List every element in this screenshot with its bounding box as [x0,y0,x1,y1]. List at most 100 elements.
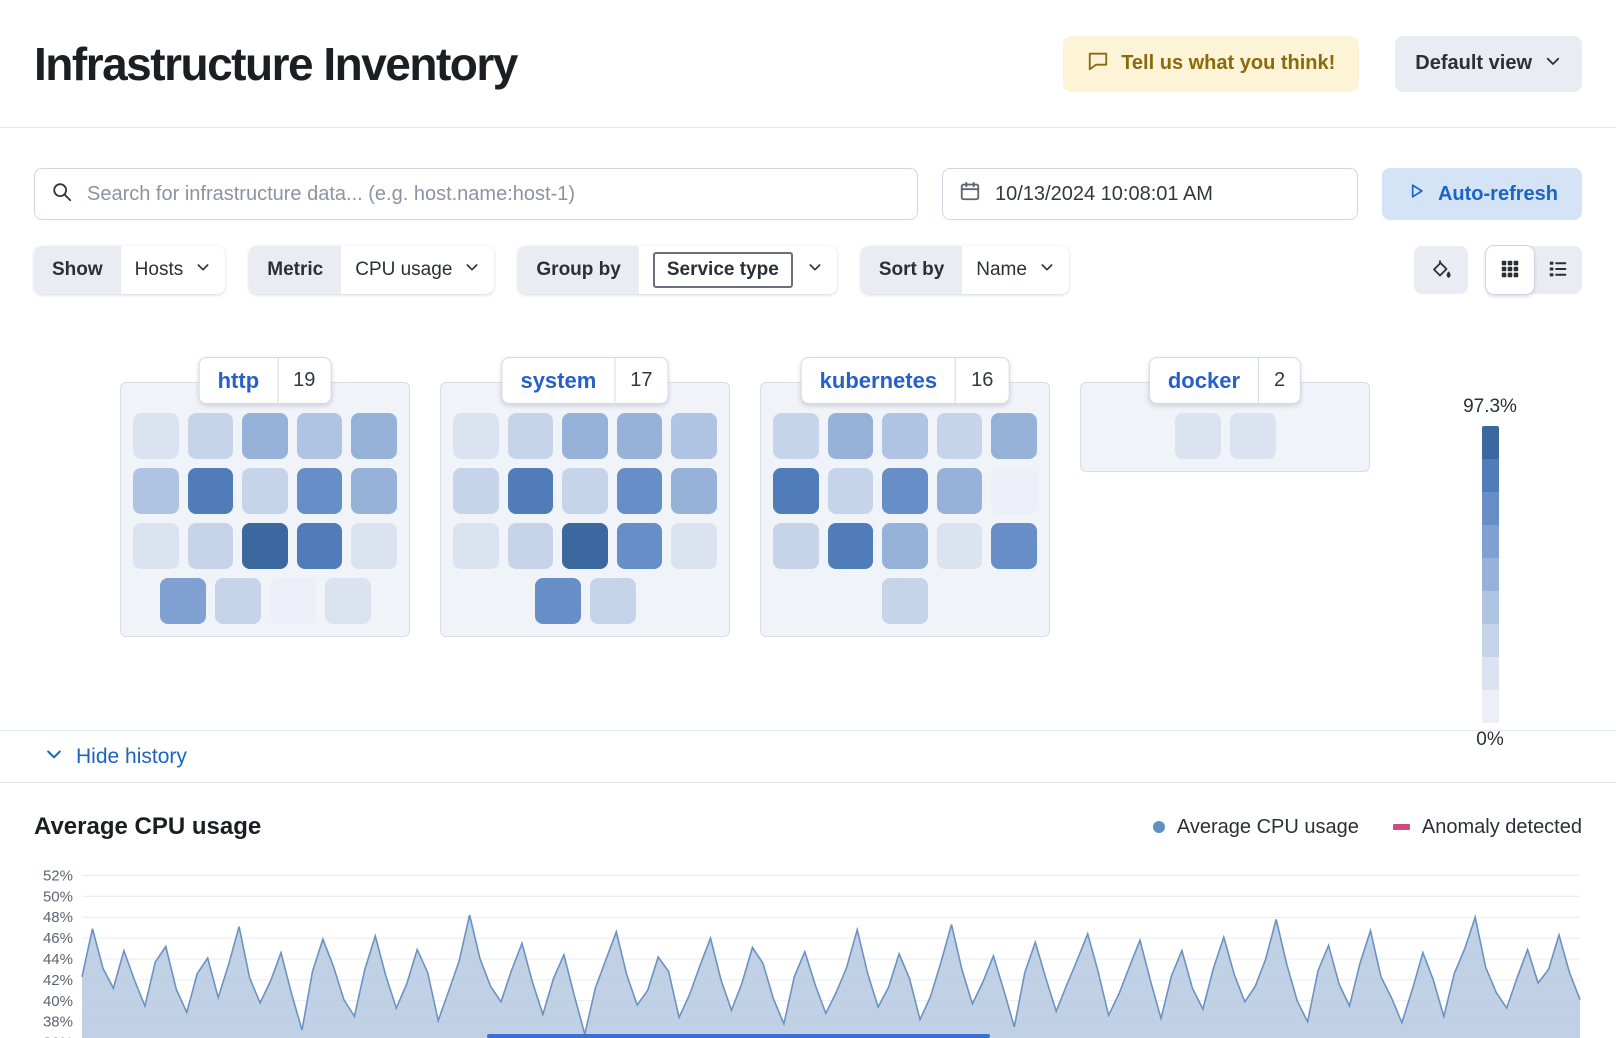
host-tile[interactable] [671,413,717,459]
host-tile[interactable] [882,578,928,624]
legend-max-label: 97.3% [1430,396,1550,418]
host-tile[interactable] [160,578,206,624]
host-tile[interactable] [671,523,717,569]
host-tile[interactable] [270,578,316,624]
svg-text:40%: 40% [43,993,73,1010]
legend-gradient-step [1482,525,1499,558]
host-tile[interactable] [242,468,288,514]
play-icon [1406,181,1426,207]
host-tile[interactable] [828,468,874,514]
search-input[interactable] [87,183,901,206]
grid-view-button[interactable] [1486,246,1534,294]
search-box [34,168,918,220]
view-mode-toggle [1486,246,1582,294]
host-tile[interactable] [453,523,499,569]
show-filter-label: Show [34,246,121,294]
host-tile[interactable] [188,413,234,459]
host-tile[interactable] [508,523,554,569]
groupby-filter[interactable]: Group by Service type [518,246,836,294]
group-name-link[interactable]: system [502,368,614,394]
host-tile[interactable] [297,413,343,459]
host-tile[interactable] [242,523,288,569]
auto-refresh-button[interactable]: Auto-refresh [1382,168,1582,220]
metric-filter[interactable]: Metric CPU usage [249,246,494,294]
waffle-grid [760,382,1050,637]
chart-header: Average CPU usage Average CPU usage Anom… [32,813,1584,841]
host-tile[interactable] [773,468,819,514]
feedback-button[interactable]: Tell us what you think! [1063,36,1359,92]
speech-bubble-icon [1087,50,1109,78]
host-tile[interactable] [671,468,717,514]
host-tile[interactable] [882,413,928,459]
legend-gradient-step [1482,459,1499,492]
host-tile[interactable] [773,413,819,459]
legend-item-anomaly[interactable]: Anomaly detected [1393,816,1582,839]
host-tile[interactable] [828,413,874,459]
legend-gradient-step [1482,492,1499,525]
search-toolbar: 10/13/2024 10:08:01 AM Auto-refresh [0,128,1616,220]
host-tile[interactable] [828,523,874,569]
host-tile[interactable] [215,578,261,624]
host-tile[interactable] [508,468,554,514]
host-tile[interactable] [991,413,1037,459]
host-tile[interactable] [351,468,397,514]
host-tile[interactable] [453,468,499,514]
host-tile[interactable] [508,413,554,459]
history-toggle-bar[interactable]: Hide history [0,730,1616,783]
host-tile[interactable] [991,468,1037,514]
date-picker[interactable]: 10/13/2024 10:08:01 AM [942,168,1358,220]
host-tile[interactable] [297,523,343,569]
host-tile[interactable] [535,578,581,624]
host-tile[interactable] [937,468,983,514]
host-tile[interactable] [351,413,397,459]
host-tile[interactable] [325,578,371,624]
host-tile[interactable] [188,523,234,569]
host-tile[interactable] [188,468,234,514]
metric-filter-label: Metric [249,246,341,294]
host-tile[interactable] [133,413,179,459]
group-name-link[interactable]: docker [1150,368,1258,394]
waffle-row [453,578,717,624]
waffle-row [453,468,717,514]
waffle-row [773,468,1037,514]
legend-item-series[interactable]: Average CPU usage [1153,816,1359,839]
horizontal-scrollbar-thumb[interactable] [487,1034,990,1038]
host-tile[interactable] [297,468,343,514]
host-tile[interactable] [133,523,179,569]
legend-gradient-step [1482,426,1499,459]
host-tile[interactable] [882,523,928,569]
host-tile[interactable] [562,468,608,514]
host-tile[interactable] [773,523,819,569]
host-tile[interactable] [562,523,608,569]
host-tile[interactable] [991,523,1037,569]
waffle-row [773,413,1037,459]
host-tile[interactable] [590,578,636,624]
host-tile[interactable] [882,468,928,514]
host-tile[interactable] [617,413,663,459]
host-tile[interactable] [617,523,663,569]
group-count: 2 [1259,369,1300,392]
host-tile[interactable] [1230,413,1276,459]
waffle-row [133,523,397,569]
host-tile[interactable] [617,468,663,514]
host-tile[interactable] [937,523,983,569]
host-tile[interactable] [1175,413,1221,459]
legend-options-button[interactable] [1414,246,1468,294]
chevron-down-icon [195,259,211,281]
group-name-link[interactable]: http [200,368,278,394]
waffle-row [133,413,397,459]
host-tile[interactable] [937,413,983,459]
host-tile[interactable] [453,413,499,459]
host-tile[interactable] [562,413,608,459]
show-filter[interactable]: Show Hosts [34,246,225,294]
host-tile[interactable] [133,468,179,514]
sortby-filter[interactable]: Sort by Name [861,246,1069,294]
table-view-button[interactable] [1534,246,1582,294]
host-tile[interactable] [351,523,397,569]
host-tile[interactable] [242,413,288,459]
groupby-filter-value[interactable]: Service type [653,252,793,288]
group-name-link[interactable]: kubernetes [802,368,955,394]
view-selector-button[interactable]: Default view [1395,36,1582,92]
waffle-row [1093,413,1357,459]
metric-filter-value: CPU usage [355,259,452,281]
